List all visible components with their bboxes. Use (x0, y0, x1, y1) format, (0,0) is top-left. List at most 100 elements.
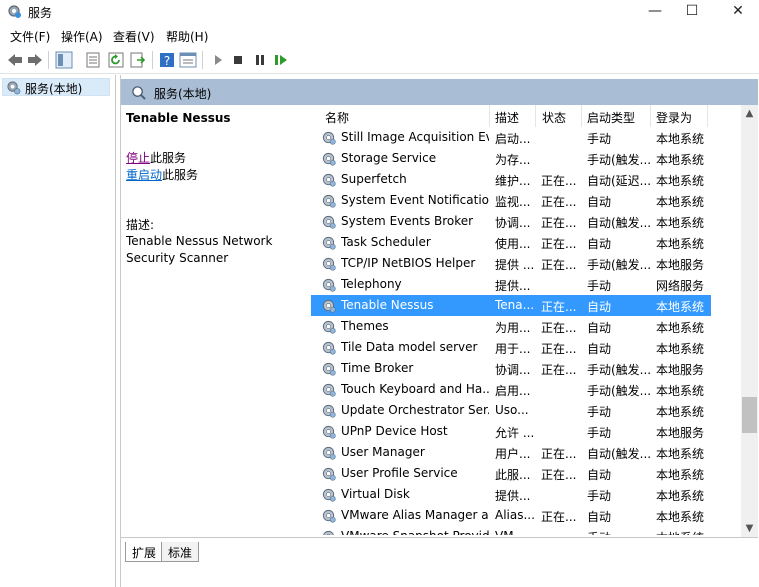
cell-description: 维护... (495, 174, 531, 188)
cell-logon-as: 本地系统 (656, 489, 705, 503)
menu-view[interactable]: 查看(V) (113, 28, 155, 45)
minimize-button[interactable]: — (638, 0, 672, 24)
cell-logon-as: 本地系统 (656, 195, 705, 209)
refresh-icon[interactable] (107, 51, 125, 69)
table-row[interactable]: Themes 为用... 正在... 自动 本地系统 (311, 316, 711, 337)
column-divider[interactable] (650, 105, 651, 127)
cell-startup-type: 手动 (587, 529, 651, 535)
stop-service-icon[interactable] (229, 51, 247, 69)
scroll-down-arrow-icon[interactable]: ▼ (741, 520, 758, 537)
table-row[interactable]: Superfetch 维护... 正在... 自动(延迟... 本地系统 (311, 169, 711, 190)
service-gear-icon (322, 362, 336, 376)
forward-icon[interactable] (26, 51, 44, 69)
tree-item-services-local[interactable]: 服务(本地) (2, 78, 110, 96)
service-gear-icon (323, 530, 334, 535)
column-header-startup-type[interactable]: 启动类型 (587, 109, 635, 126)
menu-bar: 文件(F) 操作(A) 查看(V) 帮助(H) (0, 24, 759, 46)
column-header-name[interactable]: 名称 (325, 109, 349, 126)
column-divider[interactable] (581, 105, 582, 127)
scroll-up-arrow-icon[interactable]: ▲ (741, 105, 758, 122)
cell-status: 正在... (541, 174, 577, 188)
cell-name: Tile Data model server (341, 340, 478, 354)
start-service-icon[interactable] (209, 51, 227, 69)
cell-name: Virtual Disk (341, 487, 410, 501)
pause-service-icon[interactable] (251, 51, 269, 69)
service-gear-icon (322, 131, 336, 145)
cell-startup-type: 手动(触发... (587, 363, 651, 377)
table-row[interactable]: Task Scheduler 使用... 正在... 自动 本地系统 (311, 232, 711, 253)
column-header-description[interactable]: 描述 (495, 109, 519, 126)
menu-file[interactable]: 文件(F) (10, 28, 50, 45)
service-gear-icon (322, 236, 336, 250)
table-row[interactable]: User Profile Service 此服... 正在... 自动 本地系统 (311, 463, 711, 484)
cell-name: VMware Snapshot Provid... (341, 529, 489, 535)
table-row-selected[interactable]: Tenable Nessus Tena... 正在... 自动 本地系统 (311, 295, 711, 316)
table-row[interactable]: VMware Snapshot Provid... VM... 手动本地系统 (311, 526, 711, 535)
table-row[interactable]: Time Broker 协调... 正在... 手动(触发... 本地服务 (311, 358, 711, 379)
table-row[interactable]: Tile Data model server 用于... 正在... 自动 本地系统 (311, 337, 711, 358)
back-icon[interactable] (6, 51, 24, 69)
menu-help[interactable]: 帮助(H) (166, 28, 208, 45)
cell-status: 正在... (541, 510, 577, 524)
column-divider[interactable] (707, 105, 708, 127)
stop-service-link[interactable]: 停止 (126, 151, 150, 165)
table-row[interactable]: User Manager 用户... 正在... 自动(触发... 本地系统 (311, 442, 711, 463)
service-gear-icon (322, 299, 336, 313)
service-gear-icon (322, 446, 336, 460)
table-row[interactable]: Update Orchestrator Ser... Uso... 手动 本地系统 (311, 400, 711, 421)
table-row[interactable]: Virtual Disk 提供... 手动 本地系统 (311, 484, 711, 505)
service-gear-icon (322, 278, 336, 292)
cell-logon-as: 本地系统 (656, 529, 711, 535)
menu-action[interactable]: 操作(A) (61, 28, 103, 45)
cell-logon-as: 本地系统 (656, 447, 705, 461)
service-gear-icon (322, 425, 336, 439)
table-row[interactable]: Touch Keyboard and Ha... 启用... 手动(触发... 本地系… (311, 379, 711, 400)
cell-name: Tenable Nessus (341, 298, 434, 312)
cell-name: User Manager (341, 445, 425, 459)
close-button[interactable]: ✕ (721, 0, 755, 24)
cell-status: 正在... (541, 216, 577, 230)
restart-action-suffix: 此服务 (162, 168, 199, 182)
column-divider[interactable] (489, 105, 490, 127)
help-icon[interactable]: ? (158, 51, 176, 69)
table-row[interactable]: System Events Broker 协调... 正在... 自动(触发... 本地… (311, 211, 711, 232)
scrollbar-thumb[interactable] (742, 397, 757, 433)
tab-standard[interactable]: 标准 (161, 542, 200, 562)
vertical-scrollbar[interactable]: ▲ ▼ (741, 105, 758, 537)
table-row[interactable]: Still Image Acquisition Ev... 启动... 手动 本地系统 (311, 127, 711, 148)
cell-description: 协调... (495, 363, 531, 377)
cell-name: VMware Alias Manager a... (341, 508, 489, 522)
cell-description: 允许 ... (495, 426, 535, 440)
cell-description: 用于... (495, 342, 531, 356)
cell-startup-type: 手动(触发... (587, 258, 651, 272)
table-row[interactable]: Storage Service 为存... 手动(触发... 本地系统 (311, 148, 711, 169)
action-pane-icon[interactable] (179, 51, 197, 69)
column-header-status[interactable]: 状态 (542, 109, 566, 126)
maximize-button[interactable]: ☐ (675, 0, 709, 24)
cell-logon-as: 本地服务 (656, 363, 705, 377)
cell-logon-as: 本地系统 (656, 132, 705, 146)
table-row[interactable]: VMware Alias Manager a... Alias... 正在... 自动… (311, 505, 711, 526)
description-text: Tenable Nessus Network Security Scanner (126, 234, 273, 265)
cell-name: Task Scheduler (341, 235, 431, 249)
cell-startup-type: 手动 (587, 426, 612, 440)
cell-startup-type: 自动 (587, 510, 612, 524)
service-gear-icon (322, 173, 336, 187)
restart-service-link[interactable]: 重启动 (126, 168, 162, 182)
table-row[interactable]: Telephony 提供... 手动 网络服务 (311, 274, 711, 295)
table-row[interactable]: System Event Notification... 监视... 正在... 自动… (311, 190, 711, 211)
cell-startup-type: 手动 (587, 132, 612, 146)
properties-icon[interactable] (84, 51, 102, 69)
cell-startup-type: 自动 (587, 237, 612, 251)
table-row[interactable]: TCP/IP NetBIOS Helper 提供 ... 正在... 手动(触发...… (311, 253, 711, 274)
table-row[interactable]: UPnP Device Host 允许 ... 手动 本地服务 (311, 421, 711, 442)
export-icon[interactable] (129, 51, 147, 69)
cell-logon-as: 本地系统 (656, 342, 705, 356)
tab-extended[interactable]: 扩展 (125, 542, 164, 562)
cell-name: Storage Service (341, 151, 437, 165)
restart-service-icon[interactable] (272, 51, 290, 69)
column-divider[interactable] (535, 105, 536, 127)
column-header-logon-as[interactable]: 登录为 (656, 109, 692, 126)
service-gear-icon (322, 152, 336, 166)
show-tree-icon[interactable] (55, 51, 73, 69)
